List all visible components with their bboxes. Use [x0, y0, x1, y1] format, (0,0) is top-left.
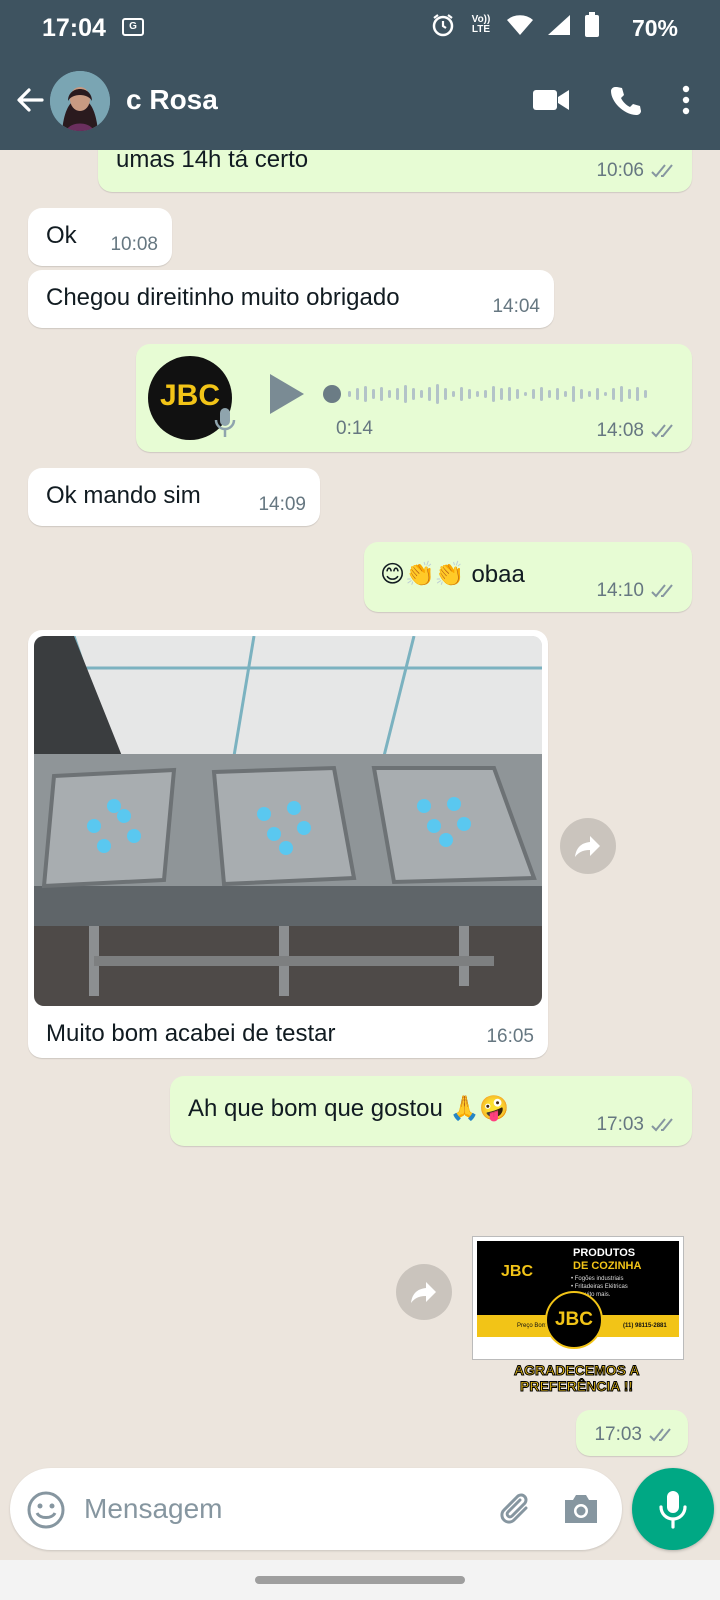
forward-icon: [575, 836, 600, 857]
message-text: Ok: [46, 222, 77, 249]
back-arrow-icon[interactable]: [14, 84, 46, 116]
message-meta: 10:06: [596, 160, 678, 182]
voice-duration: 0:14: [336, 418, 373, 439]
message-meta: 10:08: [110, 234, 158, 256]
message-meta: 17:03: [596, 1114, 678, 1136]
read-ticks-icon: [651, 164, 673, 178]
status-time: 17:04: [42, 14, 106, 42]
battery-percent: 70%: [631, 15, 678, 41]
message-text: Ok mando sim: [46, 482, 201, 509]
voice-record-button[interactable]: [632, 1468, 714, 1550]
alarm-icon: [432, 14, 454, 37]
wifi-icon: [507, 15, 533, 35]
camera-icon[interactable]: [562, 1492, 600, 1526]
sticker-logo-circle: JBC: [545, 1291, 603, 1349]
sim-notification-icon: G: [122, 18, 144, 36]
sticker-banner-2: PREFERÊNCIA !!: [519, 1378, 634, 1395]
message-time: 10:06: [596, 160, 644, 181]
forward-button[interactable]: [396, 1264, 452, 1320]
message-time: 14:08: [596, 420, 644, 441]
message-text: umas 14h tá certo: [116, 150, 309, 173]
mic-icon: [659, 1491, 687, 1529]
message-text: Chegou direitinho muito obrigado: [46, 284, 400, 311]
mic-icon: [214, 408, 236, 437]
message-outgoing[interactable]: 17:03: [576, 1410, 688, 1456]
message-outgoing[interactable]: 😊👏👏 obaa 14:10: [364, 542, 692, 612]
message-text: Ah que bom que gostou 🙏🤪: [188, 1095, 510, 1122]
sticker-phone: (11) 98115-2881: [623, 1323, 667, 1329]
forward-button[interactable]: [560, 818, 616, 874]
image-caption: Muito bom acabei de testar: [46, 1020, 336, 1047]
system-navigation-bar: [0, 1560, 720, 1600]
message-time: 14:04: [492, 296, 540, 317]
message-composer[interactable]: Mensagem: [10, 1468, 622, 1550]
volte-icon: Vo)) LTE: [471, 14, 491, 35]
battery-icon: [585, 12, 599, 37]
forward-icon: [411, 1282, 436, 1303]
play-icon[interactable]: [266, 372, 306, 416]
message-meta: 14:08: [596, 420, 678, 442]
sticker-logo-large: JBC: [554, 1309, 593, 1330]
header-actions: [532, 84, 690, 116]
status-bar: 17:04 G Vo)) LTE 70%: [0, 0, 720, 58]
photo-thumbnail[interactable]: [34, 636, 542, 1006]
sticker-footer: Preço Bom: [517, 1323, 547, 1329]
message-incoming[interactable]: Chegou direitinho muito obrigado 14:04: [28, 270, 554, 328]
image-message[interactable]: Muito bom acabei de testar 16:05: [28, 630, 548, 1058]
message-incoming[interactable]: Ok 10:08: [28, 208, 172, 266]
read-ticks-icon: [649, 1428, 671, 1442]
message-time: 10:08: [110, 234, 158, 255]
message-list[interactable]: umas 14h tá certo 10:06 Ok 10:08 Chegou …: [0, 150, 720, 1466]
read-ticks-icon: [651, 584, 673, 598]
sticker-message[interactable]: JBC PRODUTOS DE COZINHA • Fogões industr…: [472, 1236, 684, 1400]
read-ticks-icon: [651, 1118, 673, 1132]
message-input[interactable]: Mensagem: [84, 1493, 223, 1525]
sticker-title-1: PRODUTOS: [573, 1247, 636, 1259]
sticker-title-2: DE COZINHA: [573, 1260, 642, 1272]
more-vert-icon[interactable]: [682, 85, 690, 115]
message-incoming[interactable]: Ok mando sim 14:09: [28, 468, 320, 526]
message-text: 😊👏👏 obaa: [380, 561, 525, 588]
home-gesture-pill[interactable]: [255, 1576, 465, 1584]
signal-icon: [548, 15, 570, 35]
sticker-logo-small: JBC: [501, 1263, 534, 1280]
message-meta: 17:03: [594, 1424, 676, 1446]
attach-icon[interactable]: [496, 1490, 536, 1530]
sticker-banner-1: AGRADECEMOS A: [514, 1362, 640, 1379]
message-time: 14:09: [258, 494, 306, 515]
voice-message[interactable]: JBC 0:14 14:08: [136, 344, 692, 452]
chat-header: c Rosa: [0, 58, 720, 150]
emoji-icon[interactable]: [26, 1490, 66, 1530]
sticker-card: JBC PRODUTOS DE COZINHA • Fogões industr…: [472, 1236, 684, 1360]
message-meta: 16:05: [486, 1026, 534, 1048]
sticker-bullet: • Fogões industriais: [571, 1276, 624, 1282]
read-ticks-icon: [651, 424, 673, 438]
contact-avatar[interactable]: [50, 71, 110, 131]
contact-name[interactable]: c Rosa: [126, 84, 218, 116]
voice-waveform[interactable]: [320, 378, 660, 410]
message-time: 16:05: [486, 1026, 534, 1047]
message-time: 14:10: [596, 580, 644, 601]
message-outgoing[interactable]: Ah que bom que gostou 🙏🤪 17:03: [170, 1076, 692, 1146]
message-time: 17:03: [594, 1424, 642, 1445]
message-time: 17:03: [596, 1114, 644, 1135]
video-call-icon[interactable]: [532, 87, 570, 113]
phone-icon[interactable]: [610, 84, 642, 116]
message-meta: 14:10: [596, 580, 678, 602]
sticker-bullet: • Fritadeiras Elétricas: [571, 1284, 628, 1290]
message-meta: 14:09: [258, 494, 306, 516]
message-outgoing[interactable]: umas 14h tá certo 10:06: [98, 150, 692, 192]
message-meta: 14:04: [492, 296, 540, 318]
